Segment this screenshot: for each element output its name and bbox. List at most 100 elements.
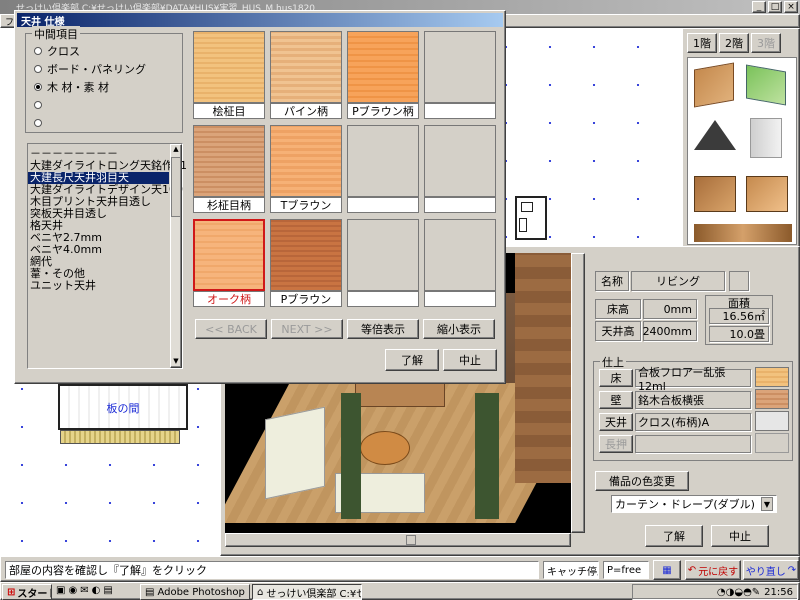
area-jo: 10.0畳 <box>709 326 769 342</box>
back-button[interactable]: << BACK <box>195 319 267 339</box>
list-item[interactable]: ユニット天井 <box>28 280 169 292</box>
redo-button[interactable]: やり直し ↷ <box>743 560 799 580</box>
room-ok-button[interactable]: 了解 <box>645 525 703 547</box>
site-view-icon[interactable] <box>746 64 786 106</box>
radio-board-panel[interactable]: ボード・パネリング <box>34 60 146 78</box>
actual-size-button[interactable]: 等倍表示 <box>347 319 419 339</box>
swatch-tile[interactable] <box>193 31 265 103</box>
finish-ceiling-swatch[interactable] <box>755 411 789 431</box>
view3d-vscroll[interactable] <box>571 253 585 533</box>
finish-wall-swatch[interactable] <box>755 389 789 409</box>
tray-icons[interactable]: ◔◑◒◓✎ <box>717 587 760 598</box>
finish-floor-button[interactable]: 床 <box>599 369 633 387</box>
floor-height-label: 床高 <box>595 299 641 319</box>
task-photoshop[interactable]: ▤ Adobe Photoshop <box>140 584 250 600</box>
roof-view-icon[interactable] <box>694 120 736 150</box>
swatch-tile[interactable] <box>193 125 265 197</box>
radio-cloth[interactable]: クロス <box>34 42 146 60</box>
curtain-left <box>341 393 361 519</box>
swatch-tile[interactable] <box>424 219 496 291</box>
next-button[interactable]: NEXT >> <box>271 319 343 339</box>
swatch-tile[interactable] <box>270 31 342 103</box>
swatch-tile[interactable] <box>347 31 419 103</box>
room-view-icon[interactable] <box>694 62 734 108</box>
swatch-tile[interactable] <box>347 125 419 197</box>
grid-toggle-icon[interactable]: ▦ <box>653 560 681 580</box>
ceiling-height-value: 2400mm <box>643 321 697 341</box>
swatch-tile[interactable] <box>270 219 342 291</box>
finish-nageshi-button[interactable]: 長押 <box>599 435 633 453</box>
tab-floor-2[interactable]: 2階 <box>719 33 749 53</box>
maximize-button[interactable]: □ <box>768 1 782 13</box>
finish-nageshi-swatch[interactable] <box>755 433 789 453</box>
photoshop-quick-icon[interactable]: ▤ <box>103 585 112 596</box>
tab-floor-1[interactable]: 1階 <box>687 33 717 53</box>
radio-empty-4[interactable] <box>34 96 146 114</box>
browser-icon[interactable]: ◉ <box>68 585 77 596</box>
fixture-color-button[interactable]: 備品の色変更 <box>595 471 689 491</box>
reduced-view-button[interactable]: 縮小表示 <box>423 319 495 339</box>
coffee-table <box>360 431 410 465</box>
swatch-label <box>347 291 419 307</box>
tab-floor-3[interactable]: 3階 <box>751 33 781 53</box>
name-value: リビング <box>631 271 725 291</box>
product-list[interactable]: －－－－－－－－ 大建ダイライトロング天銘作01 大建長尺天井羽目天 大建ダイライトデ… <box>27 143 187 369</box>
mode-status[interactable]: P=free <box>603 561 649 579</box>
finish-wall-button[interactable]: 壁 <box>599 391 633 409</box>
quick-launch: ▣ ◉ ✉ ◐ ▤ <box>56 585 113 596</box>
plan-veranda <box>60 430 180 444</box>
ceiling-spec-dialog: 天井 仕様 中間項目 クロス ボード・パネリング 木 材・素 材 －－－－－－－… <box>14 10 506 384</box>
interior-view-icon[interactable] <box>746 176 788 212</box>
swatch-tile[interactable] <box>424 125 496 197</box>
swatch-grid: 桧柾目 パイン柄 Pブラウン柄 杉柾目柄 Tブラウン オーク柄 Pブラウン <box>191 29 501 319</box>
area-group: 面積 16.56㎡ 10.0畳 <box>705 295 773 345</box>
finish-floor-swatch[interactable] <box>755 367 789 387</box>
tv-cabinet <box>355 383 445 407</box>
dialog-cancel-button[interactable]: 中止 <box>443 349 497 371</box>
swatch-label <box>424 291 496 307</box>
swatch-tile[interactable] <box>347 219 419 291</box>
swatch-tile[interactable] <box>270 125 342 197</box>
snap-status[interactable]: キャッチ停止 <box>543 561 599 579</box>
finish-ceiling-button[interactable]: 天井 <box>599 413 633 431</box>
close-icon[interactable]: × <box>784 1 798 13</box>
view-thumbnails <box>687 57 797 245</box>
view3d-hscroll[interactable] <box>225 533 571 547</box>
middle-item-group: 中間項目 クロス ボード・パネリング 木 材・素 材 <box>25 26 183 133</box>
fixture-select[interactable]: カーテン・ドレープ(ダブル) ▼ <box>611 495 777 513</box>
radio-empty-5[interactable] <box>34 114 146 132</box>
undo-button[interactable]: ↶ 元に戻す <box>685 560 741 580</box>
swatch-label: Pブラウン <box>270 291 342 307</box>
swatch-label: Pブラウン柄 <box>347 103 419 119</box>
swatch-label <box>424 103 496 119</box>
swatch-label <box>347 197 419 213</box>
start-button[interactable]: ⊞スタート <box>2 584 52 600</box>
windows-logo-icon: ⊞ <box>7 586 16 598</box>
desktop-icon[interactable]: ▣ <box>56 585 65 596</box>
chevron-down-icon[interactable]: ▼ <box>761 497 773 511</box>
sofa <box>265 406 325 500</box>
product-list-scrollbar[interactable]: ▲ ▼ <box>170 144 182 368</box>
swatch-tile[interactable] <box>193 219 265 291</box>
swatch-tile[interactable] <box>424 31 496 103</box>
media-icon[interactable]: ◐ <box>92 585 101 596</box>
furniture-view-icon[interactable] <box>694 176 736 212</box>
name-color-box[interactable] <box>729 271 749 291</box>
mail-icon[interactable]: ✉ <box>80 585 88 596</box>
floor-panel: 1階 2階 3階 <box>682 28 800 248</box>
dialog-ok-button[interactable]: 了解 <box>385 349 439 371</box>
plan-room-label: 板の間 <box>106 402 140 415</box>
room-cancel-button[interactable]: 中止 <box>711 525 769 547</box>
finish-floor-value: 合板フロアー乱張12ml <box>635 366 751 393</box>
status-bar: 部屋の内容を確認し『了解』をクリック キャッチ停止 P=free ▦ ↶元に戻す… <box>0 556 800 582</box>
furniture-row-icon[interactable] <box>694 224 792 242</box>
swatch-label: 杉柾目柄 <box>193 197 265 213</box>
wall-view-icon[interactable] <box>750 118 782 158</box>
minimize-button[interactable]: _ <box>752 1 766 13</box>
photoshop-icon: ▤ <box>145 586 155 598</box>
task-sekkei[interactable]: ⌂せっけい倶楽部 C:¥せ... <box>252 584 362 600</box>
dialog-titlebar: 天井 仕様 <box>17 13 503 28</box>
radio-wood-material[interactable]: 木 材・素 材 <box>34 78 146 96</box>
sekkei-icon: ⌂ <box>257 586 264 598</box>
name-label: 名称 <box>595 271 629 291</box>
